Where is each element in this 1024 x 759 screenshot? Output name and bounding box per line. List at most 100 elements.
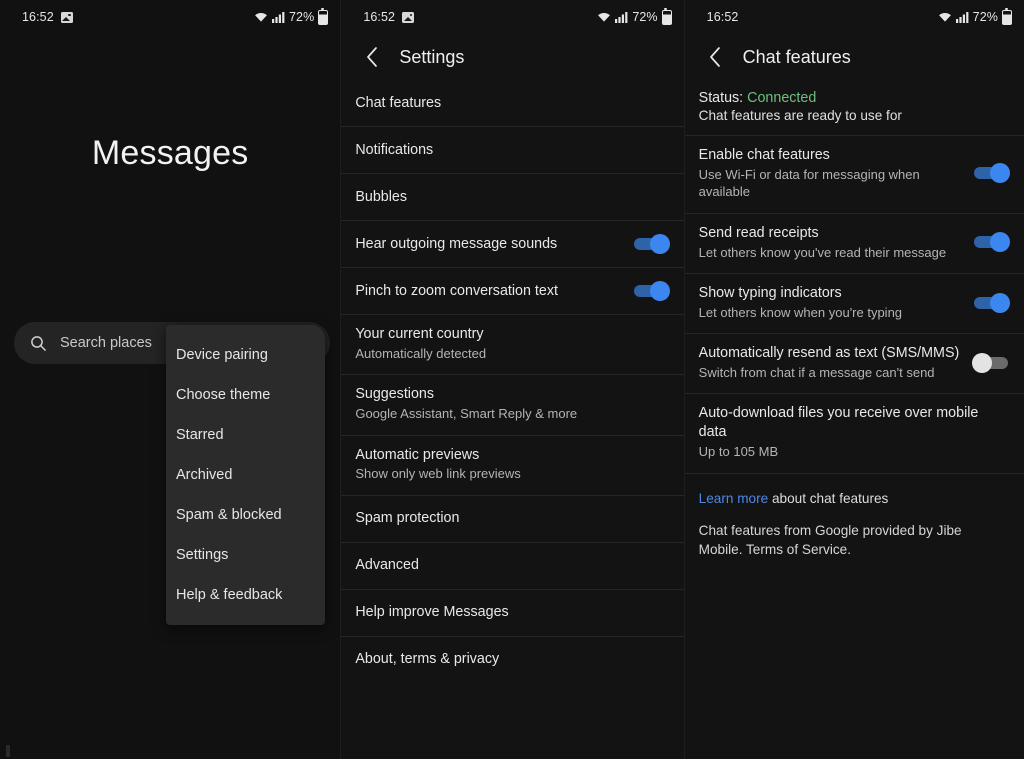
signal-icon bbox=[615, 12, 628, 23]
toggle-auto-resend-as-text[interactable] bbox=[971, 352, 1008, 373]
menu-item-help-and-feedback[interactable]: Help & feedback bbox=[166, 575, 325, 615]
row-subtitle: Let others know you've read their messag… bbox=[698, 244, 947, 260]
menu-item-label: Starred bbox=[176, 427, 224, 443]
settings-row-chat-features[interactable]: Chat features bbox=[341, 80, 684, 127]
row-title: About, terms & privacy bbox=[355, 651, 500, 668]
menu-item-label: Spam & blocked bbox=[176, 507, 282, 523]
chat-row-auto-download-files[interactable]: Auto-download files you receive over mob… bbox=[684, 394, 1024, 474]
settings-row-bubbles[interactable]: Bubbles bbox=[341, 174, 684, 221]
settings-row-advanced[interactable]: Advanced bbox=[341, 543, 684, 590]
row-title: Help improve Messages bbox=[355, 604, 509, 621]
chevron-left-icon bbox=[366, 47, 377, 67]
row-title: Bubbles bbox=[355, 188, 407, 205]
chat-row-auto-resend-as-text[interactable]: Automatically resend as text (SMS/MMS) S… bbox=[684, 334, 1024, 395]
toggle-hear-outgoing-message-sounds[interactable] bbox=[633, 234, 670, 254]
row-texts: Suggestions Google Assistant, Smart Repl… bbox=[355, 385, 667, 422]
settings-row-notifications[interactable]: Notifications bbox=[341, 127, 684, 174]
battery-percent: 72% bbox=[289, 10, 315, 24]
row-title: Auto-download files you receive over mob… bbox=[698, 405, 979, 441]
row-title: Show typing indicators bbox=[698, 284, 842, 301]
row-texts: Help improve Messages bbox=[355, 603, 667, 622]
settings-row-automatic-previews[interactable]: Automatic previews Show only web link pr… bbox=[341, 436, 684, 496]
back-button[interactable] bbox=[355, 40, 389, 74]
menu-item-starred[interactable]: Starred bbox=[166, 415, 325, 455]
toggle-thumb bbox=[989, 292, 1010, 313]
settings-row-spam-protection[interactable]: Spam protection bbox=[341, 496, 684, 543]
toggle-enable-chat-features[interactable] bbox=[973, 163, 1010, 184]
toggle-wrap bbox=[960, 292, 1010, 313]
menu-item-label: Help & feedback bbox=[176, 587, 283, 603]
panel-chat-features: 16:52 72% Chat features Status: Connecte… bbox=[683, 0, 1024, 759]
chat-row-send-read-receipts[interactable]: Send read receipts Let others know you'v… bbox=[684, 214, 1024, 274]
chat-features-title: Chat features bbox=[742, 46, 851, 67]
status-bar-time: 16:52 bbox=[706, 10, 739, 24]
status-bar-right: 72% bbox=[938, 7, 1012, 25]
status-subtitle: Chat features are ready to use for bbox=[698, 108, 902, 123]
row-texts: Show typing indicators Let others know w… bbox=[699, 284, 960, 321]
learn-more-link[interactable]: Learn more bbox=[699, 491, 769, 506]
row-texts: Automatic previews Show only web link pr… bbox=[355, 446, 667, 483]
row-subtitle: Up to 105 MB bbox=[698, 444, 779, 460]
row-title: Send read receipts bbox=[698, 224, 819, 241]
row-subtitle: Switch from chat if a message can't send bbox=[698, 365, 935, 381]
chevron-left-icon bbox=[710, 47, 721, 67]
row-texts: Send read receipts Let others know you'v… bbox=[699, 224, 960, 261]
provider-note: Chat features from Google provided by Ji… bbox=[698, 522, 962, 557]
toggle-wrap bbox=[960, 232, 1010, 253]
row-texts: Enable chat features Use Wi-Fi or data f… bbox=[699, 146, 960, 201]
row-texts: Advanced bbox=[355, 556, 667, 575]
settings-row-hear-outgoing-message-sounds[interactable]: Hear outgoing message sounds bbox=[341, 221, 684, 268]
connection-status-block: Status: Connected Chat features are read… bbox=[684, 80, 1024, 136]
image-icon bbox=[402, 11, 415, 23]
settings-row-about-terms-privacy[interactable]: About, terms & privacy bbox=[341, 637, 683, 683]
row-subtitle: Show only web link previews bbox=[355, 466, 521, 482]
toggle-thumb bbox=[989, 163, 1010, 184]
three-pane-screenshot: 16:52 72% Messages Search places Device … bbox=[0, 0, 1024, 759]
chat-row-enable-chat-features[interactable]: Enable chat features Use Wi-Fi or data f… bbox=[684, 136, 1024, 214]
wifi-icon bbox=[255, 12, 267, 22]
status-bar-time: 16:52 bbox=[363, 10, 396, 24]
settings-row-your-current-country[interactable]: Your current country Automatically detec… bbox=[341, 315, 684, 376]
row-subtitle: Automatically detected bbox=[355, 345, 487, 361]
chat-features-list: Enable chat features Use Wi-Fi or data f… bbox=[684, 136, 1024, 474]
back-button[interactable] bbox=[699, 40, 733, 74]
toggle-thumb bbox=[649, 281, 670, 301]
battery-percent: 72% bbox=[972, 10, 998, 24]
image-icon bbox=[60, 11, 73, 23]
chat-row-show-typing-indicators[interactable]: Show typing indicators Let others know w… bbox=[684, 274, 1024, 335]
settings-row-help-improve-messages[interactable]: Help improve Messages bbox=[341, 590, 684, 637]
status-bar-time: 16:52 bbox=[22, 10, 54, 24]
menu-item-archived[interactable]: Archived bbox=[166, 455, 325, 495]
settings-title: Settings bbox=[399, 46, 465, 67]
status-bar-right: 72% bbox=[597, 7, 672, 25]
overflow-menu[interactable]: Device pairing Choose theme Starred Arch… bbox=[166, 325, 325, 625]
chat-features-app-bar: Chat features bbox=[685, 34, 1024, 80]
toggle-wrap bbox=[960, 352, 1008, 373]
menu-item-choose-theme[interactable]: Choose theme bbox=[166, 375, 325, 415]
row-title: Suggestions bbox=[355, 386, 435, 403]
row-texts: Chat features bbox=[355, 94, 667, 113]
row-texts: Spam protection bbox=[355, 509, 667, 528]
menu-item-spam-and-blocked[interactable]: Spam & blocked bbox=[166, 495, 325, 535]
search-icon bbox=[31, 335, 46, 351]
toggle-wrap bbox=[960, 163, 1010, 184]
menu-item-device-pairing[interactable]: Device pairing bbox=[166, 335, 325, 375]
row-texts: Hear outgoing message sounds bbox=[355, 235, 619, 254]
row-title: Advanced bbox=[355, 557, 419, 574]
menu-item-label: Choose theme bbox=[176, 387, 271, 403]
menu-item-label: Settings bbox=[176, 547, 229, 563]
row-texts: Bubbles bbox=[355, 188, 667, 207]
menu-item-settings[interactable]: Settings bbox=[166, 535, 325, 575]
toggle-pinch-to-zoom-conversation-text[interactable] bbox=[633, 281, 670, 301]
settings-row-pinch-to-zoom-conversation-text[interactable]: Pinch to zoom conversation text bbox=[341, 268, 684, 315]
toggle-thumb bbox=[989, 232, 1010, 253]
toggle-show-typing-indicators[interactable] bbox=[973, 292, 1010, 313]
settings-row-suggestions[interactable]: Suggestions Google Assistant, Smart Repl… bbox=[341, 375, 684, 436]
toggle-send-read-receipts[interactable] bbox=[973, 232, 1010, 253]
row-title: Automatic previews bbox=[355, 446, 480, 463]
toggle-wrap bbox=[620, 234, 670, 254]
row-title: Pinch to zoom conversation text bbox=[355, 282, 558, 299]
status-bar-left: 16:52 bbox=[22, 10, 73, 24]
panel-settings: 16:52 72% Settings Chat features Notific… bbox=[340, 0, 684, 759]
menu-item-label: Archived bbox=[176, 467, 233, 483]
